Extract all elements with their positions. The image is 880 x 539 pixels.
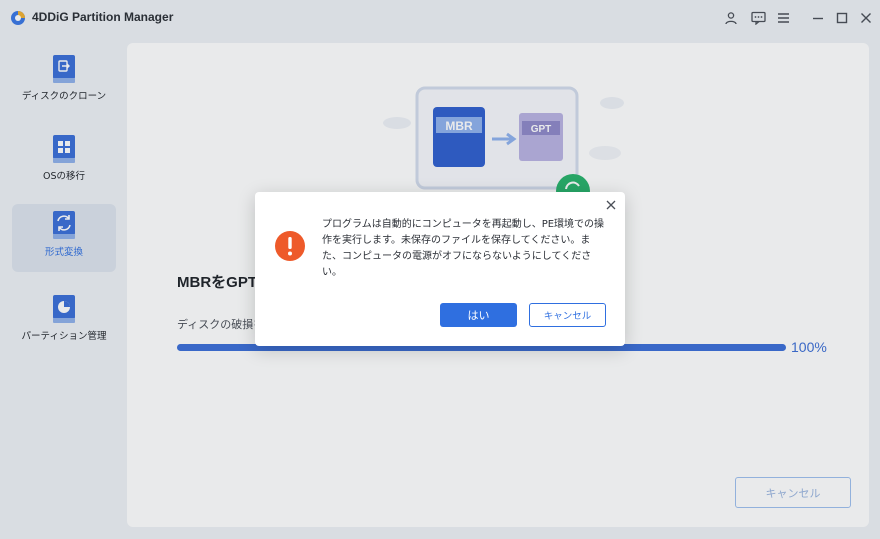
- dialog-close-icon[interactable]: [604, 198, 618, 212]
- confirm-yes-button[interactable]: はい: [440, 303, 517, 327]
- confirm-dialog: プログラムは自動的にコンピュータを再起動し、PE環境での操作を実行します。未保存…: [255, 192, 625, 346]
- dialog-cancel-button[interactable]: キャンセル: [529, 303, 606, 327]
- warning-icon: [275, 231, 305, 261]
- dialog-message: プログラムは自動的にコンピュータを再起動し、PE環境での操作を実行します。未保存…: [322, 219, 605, 278]
